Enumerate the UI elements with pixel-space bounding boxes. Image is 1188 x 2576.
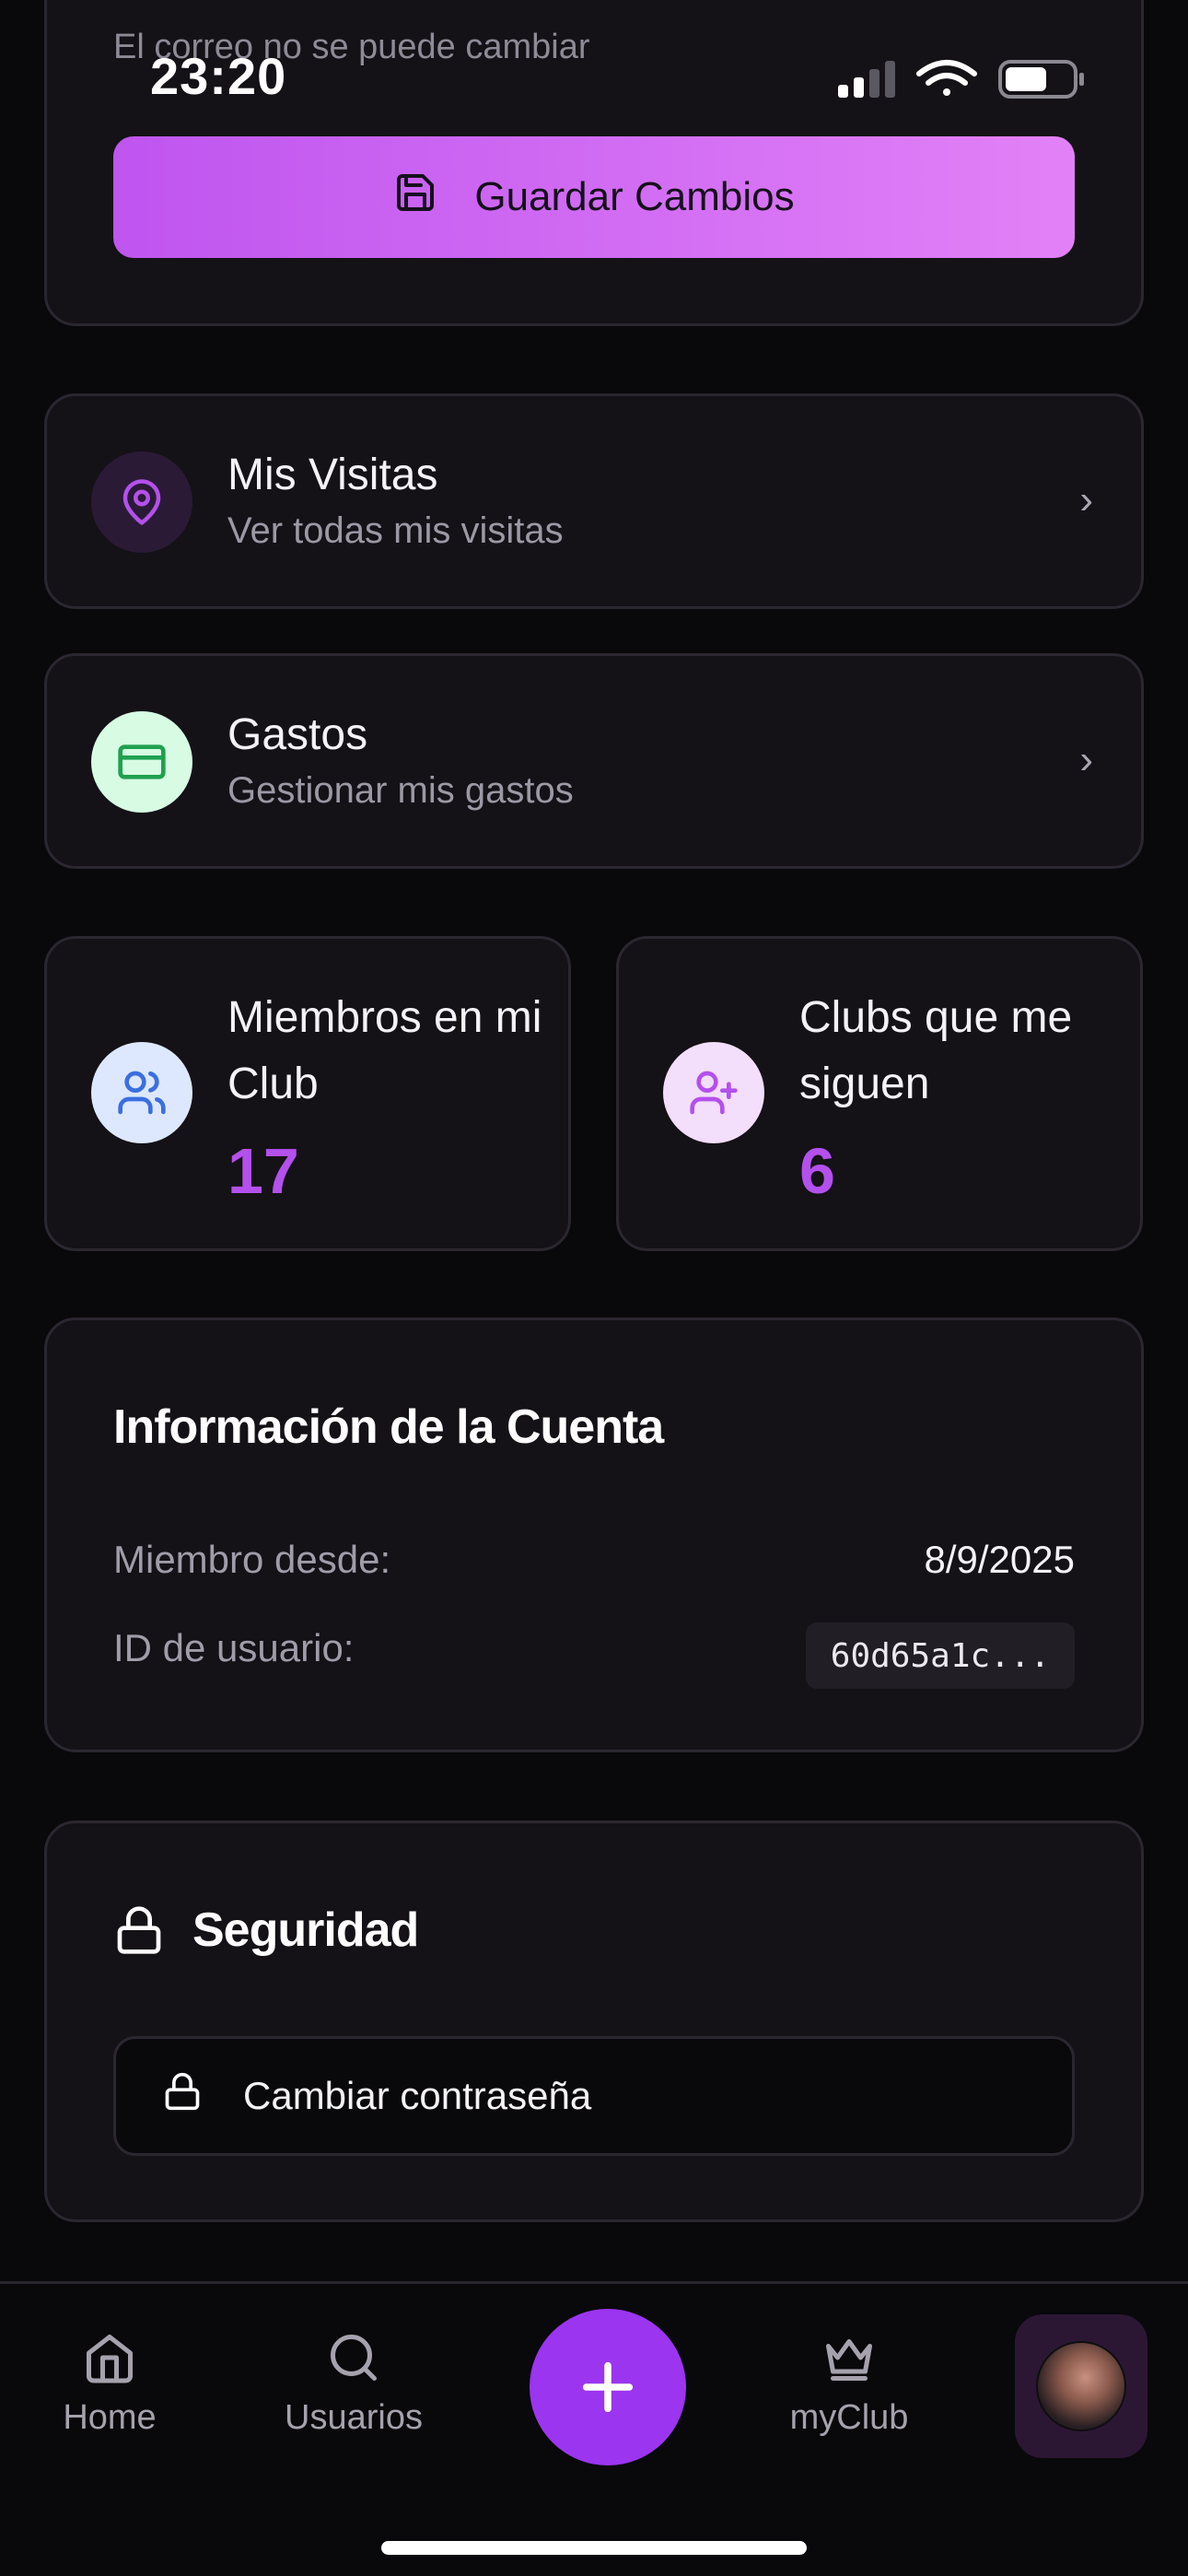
lock-icon <box>113 1903 165 1962</box>
credit-card-icon <box>91 711 192 813</box>
expenses-subtitle: Gestionar mis gastos <box>227 770 574 811</box>
user-id-value: 60d65a1c... <box>806 1622 1075 1689</box>
chevron-right-icon: › <box>1079 737 1093 782</box>
account-info-card: Información de la Cuenta Miembro desde: … <box>44 1317 1144 1752</box>
search-icon <box>331 2335 377 2381</box>
my-visits-title: Mis Visitas <box>227 451 438 499</box>
security-title: Seguridad <box>192 1903 419 1957</box>
account-info-title: Información de la Cuenta <box>113 1400 664 1454</box>
change-password-label: Cambiar contraseña <box>243 2074 592 2117</box>
user-plus-icon <box>663 1042 764 1143</box>
tab-myclub-label: myClub <box>789 2398 909 2437</box>
chevron-right-icon: › <box>1079 477 1093 522</box>
tab-home-label: Home <box>63 2398 157 2437</box>
my-visits-row[interactable]: Mis Visitas Ver todas mis visitas › <box>44 393 1144 609</box>
following-clubs-count: 6 <box>799 1135 835 1207</box>
avatar <box>1036 2341 1126 2431</box>
tab-profile[interactable] <box>1015 2314 1147 2458</box>
wifi-icon <box>916 60 977 96</box>
user-id-label: ID de usuario: <box>113 1626 355 1669</box>
users-icon <box>91 1042 192 1143</box>
member-since-value: 8/9/2025 <box>924 1538 1076 1581</box>
save-changes-label: Guardar Cambios <box>474 174 795 219</box>
club-members-label: Miembros en mi Club <box>227 993 542 1108</box>
club-members-count: 17 <box>227 1135 299 1207</box>
crown-icon <box>826 2339 872 2381</box>
my-visits-subtitle: Ver todas mis visitas <box>227 510 564 551</box>
tab-users[interactable]: Usuarios <box>262 2330 446 2438</box>
lock-icon <box>162 2069 203 2123</box>
plus-icon <box>582 2361 634 2413</box>
club-members-stat[interactable]: Miembros en mi Club 17 <box>44 936 571 1251</box>
change-password-button[interactable]: Cambiar contraseña <box>113 2036 1075 2156</box>
signal-icon <box>838 61 895 98</box>
save-changes-button[interactable]: Guardar Cambios <box>113 136 1075 258</box>
expenses-row[interactable]: Gastos Gestionar mis gastos › <box>44 653 1144 869</box>
security-card: Seguridad Cambiar contraseña <box>44 1821 1144 2222</box>
following-clubs-stat[interactable]: Clubs que me siguen 6 <box>616 936 1143 1251</box>
home-icon <box>87 2335 133 2383</box>
status-time: 23:20 <box>150 47 287 105</box>
save-icon <box>393 170 437 225</box>
tab-users-label: Usuarios <box>285 2398 423 2437</box>
home-indicator <box>381 2541 807 2555</box>
battery-icon <box>998 60 1084 99</box>
expenses-title: Gastos <box>227 710 368 759</box>
following-clubs-label: Clubs que me siguen <box>799 993 1073 1108</box>
bottom-nav: Home Usuarios myClub <box>0 2281 1188 2576</box>
member-since-label: Miembro desde: <box>113 1538 391 1581</box>
status-icons <box>838 57 1087 101</box>
map-pin-icon <box>91 451 192 553</box>
tab-myclub[interactable]: myClub <box>757 2330 941 2438</box>
add-button[interactable] <box>530 2309 686 2465</box>
tab-home[interactable]: Home <box>17 2330 202 2438</box>
